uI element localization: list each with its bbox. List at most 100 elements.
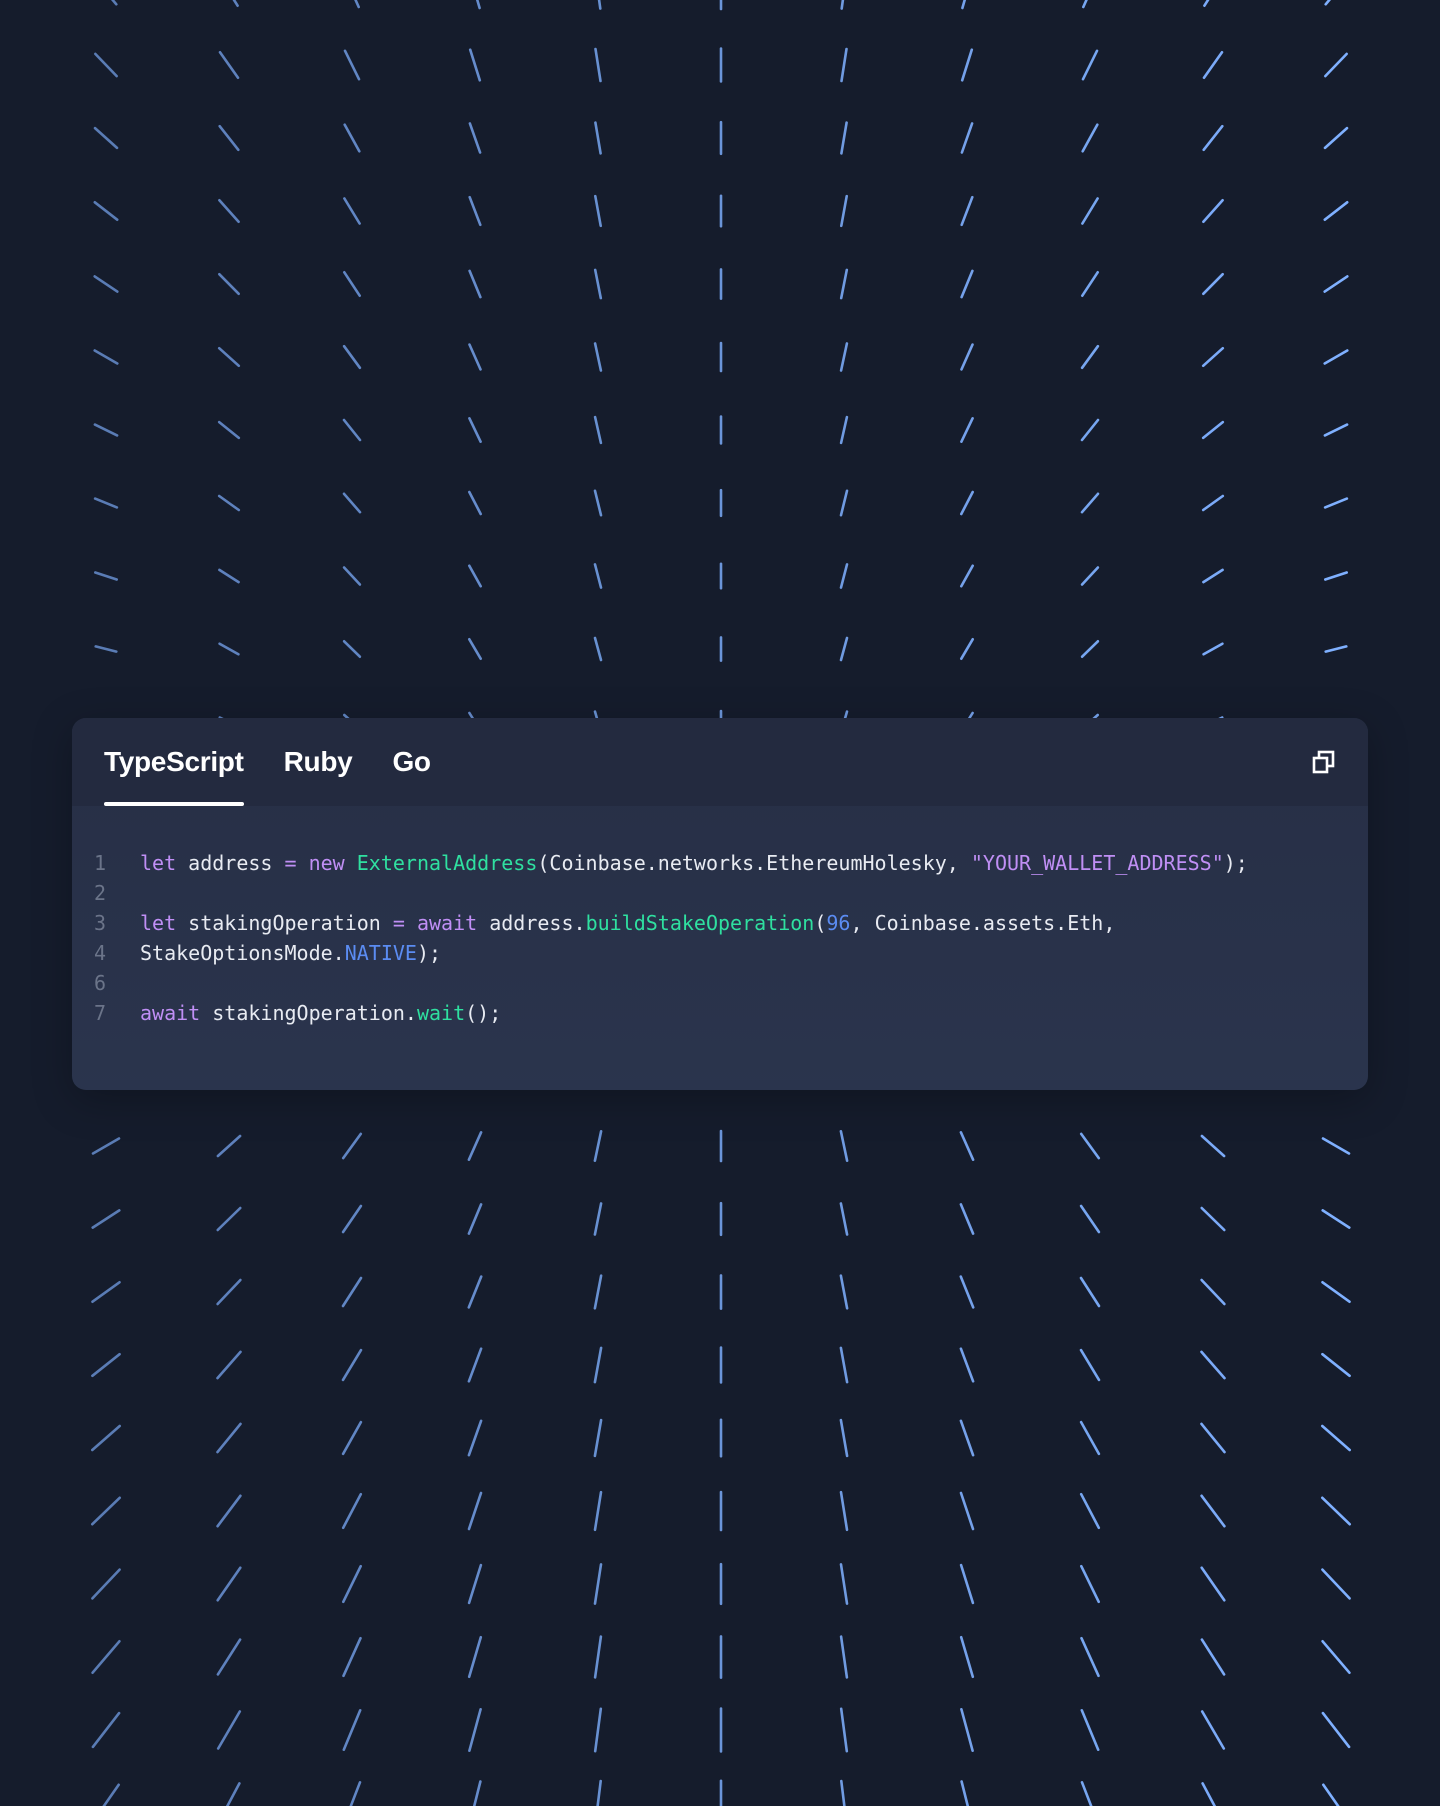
pattern-stroke xyxy=(593,1418,603,1458)
pattern-stroke xyxy=(111,0,118,6)
pattern-stroke xyxy=(341,1276,363,1308)
pattern-stroke xyxy=(467,1635,483,1679)
pattern-stroke xyxy=(343,123,361,153)
pattern-stroke xyxy=(1080,1781,1093,1806)
pattern-stroke xyxy=(1200,1134,1226,1158)
pattern-stroke xyxy=(1200,1494,1226,1528)
pattern-stroke xyxy=(1080,639,1100,659)
pattern-stroke xyxy=(467,637,483,661)
pattern-stroke xyxy=(1321,1568,1351,1600)
pattern-stroke xyxy=(217,494,241,512)
line-content: await stakingOperation.wait(); xyxy=(140,998,501,1028)
line-content xyxy=(140,968,152,998)
pattern-stroke xyxy=(1321,1424,1351,1452)
code-token: buildStakeOperation xyxy=(585,911,815,935)
line-content xyxy=(140,878,152,908)
pattern-stroke xyxy=(1200,1350,1226,1380)
code-token: (); xyxy=(465,1001,502,1025)
pattern-stroke xyxy=(959,1203,975,1235)
code-token: ); xyxy=(1223,851,1248,875)
code-token: new xyxy=(308,851,345,875)
pattern-stroke xyxy=(217,420,241,440)
code-token: let xyxy=(140,911,177,935)
line-number: 2 xyxy=(94,881,107,905)
code-block[interactable]: 1 let address = new ExternalAddress(Coinb… xyxy=(72,806,1368,1028)
code-token: wait xyxy=(416,1001,466,1025)
pattern-stroke xyxy=(218,272,240,296)
pattern-stroke xyxy=(1081,197,1099,225)
pattern-stroke xyxy=(91,1137,121,1155)
pattern-stroke xyxy=(1323,423,1349,437)
pattern-stroke xyxy=(341,1564,363,1604)
pattern-stroke xyxy=(839,1202,849,1236)
pattern-stroke xyxy=(960,1708,974,1752)
pattern-stroke xyxy=(1322,1783,1340,1806)
tab-go[interactable]: Go xyxy=(392,718,431,806)
pattern-stroke xyxy=(959,1347,975,1383)
pattern-stroke xyxy=(1324,571,1348,581)
pattern-stroke xyxy=(959,1563,975,1605)
copy-button[interactable] xyxy=(1310,748,1338,776)
pattern-stroke xyxy=(342,1709,362,1751)
pattern-stroke xyxy=(468,48,482,82)
code-line: 6 xyxy=(94,968,1368,998)
pattern-stroke xyxy=(216,1710,242,1750)
pattern-stroke xyxy=(467,490,483,516)
pattern-stroke xyxy=(91,1711,121,1749)
pattern-stroke xyxy=(216,1422,242,1454)
pattern-stroke xyxy=(959,490,975,516)
pattern-stroke xyxy=(593,1635,603,1679)
pattern-stroke xyxy=(93,201,119,221)
pattern-stroke xyxy=(1323,349,1349,365)
pattern-stroke xyxy=(1321,1209,1351,1229)
pattern-stroke xyxy=(1323,275,1349,293)
pattern-stroke xyxy=(1324,645,1348,653)
pattern-stroke xyxy=(1081,49,1099,81)
pattern-stroke xyxy=(1082,0,1088,9)
pattern-stroke xyxy=(467,1347,483,1383)
pattern-stroke xyxy=(467,1203,483,1235)
pattern-stroke xyxy=(467,1131,483,1161)
pattern-stroke xyxy=(468,1708,482,1752)
pattern-stroke xyxy=(593,1346,603,1384)
pattern-stroke xyxy=(1080,1709,1100,1751)
code-token: = xyxy=(392,911,405,935)
pattern-stroke xyxy=(1200,1422,1226,1454)
pattern-stroke xyxy=(91,1640,121,1674)
tab-ruby[interactable]: Ruby xyxy=(284,718,353,806)
pattern-stroke xyxy=(960,1780,970,1806)
code-token: StakeOptionsMode. xyxy=(140,941,345,965)
pattern-stroke xyxy=(597,0,602,10)
pattern-stroke xyxy=(91,1352,121,1378)
pattern-stroke xyxy=(839,194,849,228)
pattern-stroke xyxy=(1323,201,1349,221)
pattern-stroke xyxy=(1202,272,1224,296)
pattern-stroke xyxy=(1321,1352,1351,1378)
pattern-stroke xyxy=(216,1638,242,1676)
code-line: 2 xyxy=(94,878,1368,908)
pattern-stroke xyxy=(93,349,119,365)
pattern-stroke xyxy=(961,0,967,10)
pattern-stroke xyxy=(341,1204,363,1234)
tab-typescript[interactable]: TypeScript xyxy=(104,718,244,806)
pattern-stroke xyxy=(467,1491,483,1531)
pattern-stroke xyxy=(1321,1640,1351,1674)
pattern-stroke xyxy=(593,415,603,445)
pattern-stroke xyxy=(593,1707,603,1753)
pattern-stroke xyxy=(1080,566,1100,586)
pattern-stroke xyxy=(959,1635,975,1679)
pattern-stroke xyxy=(91,1568,121,1600)
line-content: let stakingOperation = await address.bui… xyxy=(140,908,1115,938)
code-token: await xyxy=(140,1001,201,1025)
pattern-stroke xyxy=(1081,270,1099,298)
pattern-stroke xyxy=(91,1281,121,1303)
line-number: 3 xyxy=(94,911,107,935)
code-token: address xyxy=(176,851,285,875)
pattern-stroke xyxy=(93,275,119,293)
pattern-stroke xyxy=(1081,123,1099,153)
pattern-stroke xyxy=(959,637,975,661)
pattern-stroke xyxy=(959,564,975,588)
pattern-stroke xyxy=(1201,346,1225,368)
pattern-stroke xyxy=(93,497,119,509)
pattern-stroke xyxy=(1079,1492,1101,1530)
